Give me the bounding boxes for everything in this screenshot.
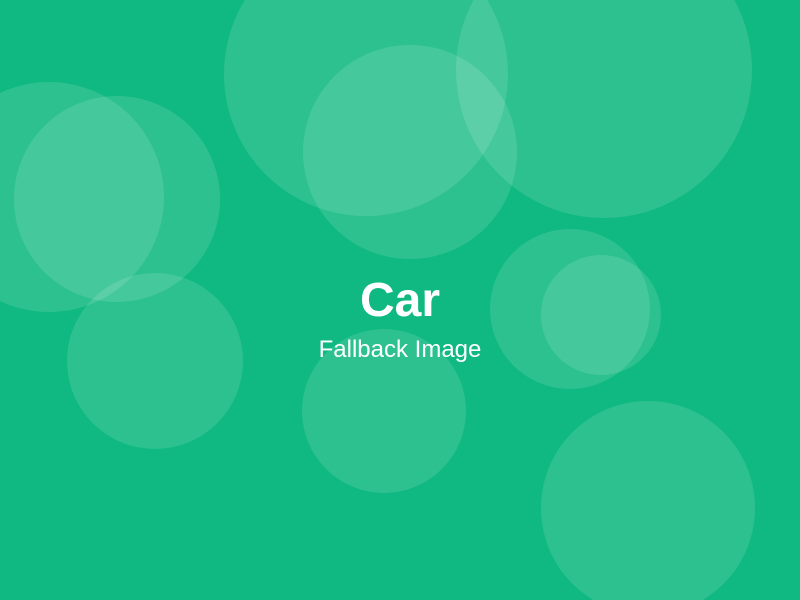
decorative-bubble [303,45,517,259]
decorative-bubble [14,96,220,302]
placeholder-subtitle: Fallback Image [318,336,482,363]
placeholder-title: Car [359,274,441,327]
decorative-bubble [541,401,755,600]
fallback-image-placeholder: Car Fallback Image [0,0,800,600]
